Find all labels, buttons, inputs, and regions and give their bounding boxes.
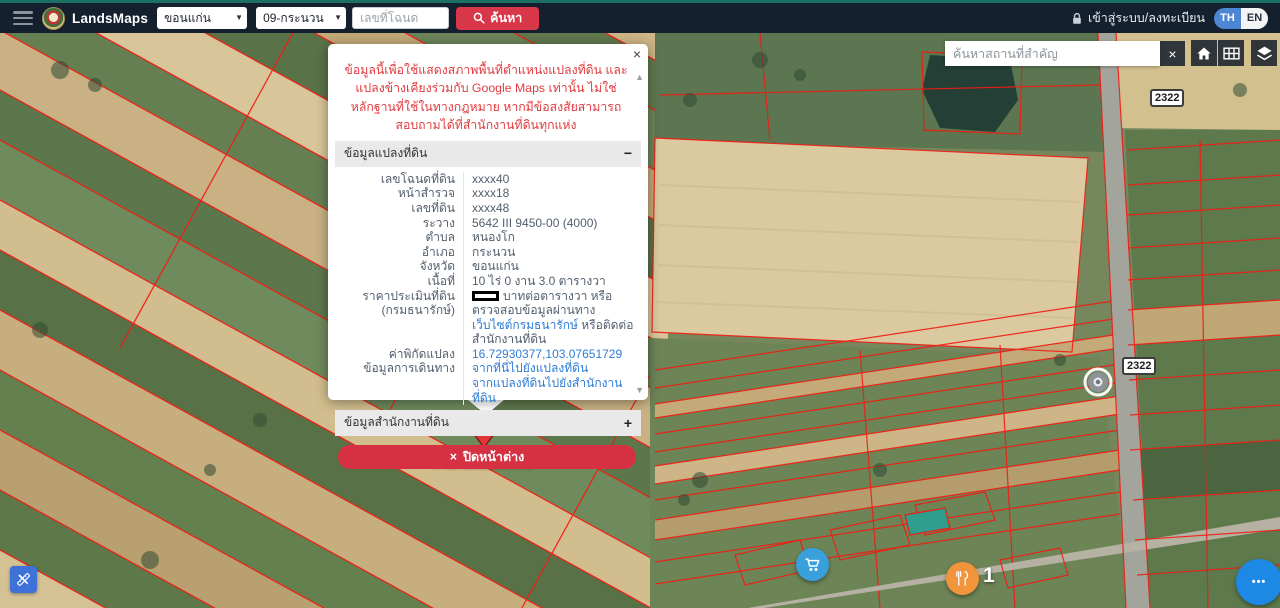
field-row: หน้าสำรวจxxxx18 [336,186,638,201]
office-section-title: ข้อมูลสำนักงานที่ดิน [344,413,449,432]
grid-sheet-button[interactable] [1218,40,1244,66]
parcel-coordinates-link[interactable]: 16.72930377,103.07651729 [464,347,622,362]
lock-icon [1071,12,1083,25]
language-toggle: TH EN [1214,8,1268,29]
parcel-section-title: ข้อมูลแปลงที่ดิน [344,144,427,163]
close-window-button[interactable]: × ปิดหน้าต่าง [338,445,636,469]
panel-close-icon[interactable]: × [633,47,641,61]
route-to-office-link[interactable]: จากแปลงที่ดินไปยังสำนักงานที่ดิน [472,376,638,405]
grid-icon [1223,47,1240,60]
login-register-label: เข้าสู่ระบบ/ลงทะเบียน [1088,8,1205,28]
route-to-parcel-link[interactable]: จากที่นี่ไปยังแปลงที่ดิน [472,361,638,376]
field-row: เนื้อที่10 ไร่ 0 งาน 3.0 ตารางวา [336,274,638,289]
chevron-down-icon: ▼ [235,13,243,22]
treasury-website-link[interactable]: เว็บไซต์กรมธนารักษ์ [472,318,578,332]
poi-count-label: 1 [983,564,995,588]
more-options-button[interactable]: ••• [1236,559,1280,605]
province-select[interactable]: ขอนแก่น ▼ [157,7,247,29]
coords-label: ค่าพิกัดแปลง [336,347,464,362]
field-row: เลขที่ดินxxxx48 [336,201,638,216]
district-select[interactable]: 09-กระนวน ▼ [256,7,346,29]
collapse-icon[interactable]: − [624,147,632,159]
panel-scroll-down-arrow[interactable]: ▼ [635,385,644,395]
deed-number-input[interactable] [352,7,449,29]
poi-search-input[interactable] [945,41,1160,66]
search-icon [473,12,485,24]
home-button[interactable] [1191,40,1217,66]
poi-search-clear-button[interactable]: × [1160,41,1185,66]
landsmaps-app: LandsMaps ขอนแก่น ▼ 09-กระนวน ▼ ค้นหา เข… [0,0,1280,608]
close-window-label: ปิดหน้าต่าง [463,447,524,467]
poi-restaurant-marker[interactable] [946,562,979,595]
price-row: ราคาประเมินที่ดิน (กรมธนารักษ์) บาทต่อตา… [336,289,638,347]
field-row: ตำบลหนองโก [336,230,638,245]
travel-label: ข้อมูลการเดินทาง [336,361,464,405]
layers-icon [1256,45,1273,61]
hamburger-menu-icon[interactable] [13,11,33,25]
app-title: LandsMaps [72,11,148,26]
shopping-cart-icon [804,556,821,573]
price-label-line1: ราคาประเมินที่ดิน [336,289,455,304]
redacted-price-box [472,291,499,301]
field-row: ระวาง5642 III 9450-00 (4000) [336,216,638,231]
close-icon: × [450,450,457,464]
map-center-fields [650,33,1130,608]
lang-en-button[interactable]: EN [1241,8,1268,29]
street-view-circle-icon[interactable] [1082,366,1114,403]
restaurant-icon [955,571,970,586]
search-button-label: ค้นหา [490,8,522,28]
home-icon [1196,46,1212,61]
parcel-fields: เลขโฉนดที่ดินxxxx40 หน้าสำรวจxxxx18 เลขท… [328,167,648,406]
login-register-link[interactable]: เข้าสู่ระบบ/ลงทะเบียน [1071,8,1205,28]
field-row: เลขโฉนดที่ดินxxxx40 [336,172,638,187]
chevron-down-icon: ▼ [334,13,342,22]
poi-shopping-marker[interactable] [796,548,829,581]
panel-scroll-up-arrow[interactable]: ▲ [635,72,644,82]
province-select-value: ขอนแก่น [164,9,211,28]
search-button[interactable]: ค้นหา [456,7,539,30]
lang-th-button[interactable]: TH [1214,8,1241,29]
field-row: จังหวัดขอนแก่น [336,259,638,274]
route-shield: 2322 [1122,357,1156,375]
layers-button[interactable] [1251,40,1277,66]
office-section-header[interactable]: ข้อมูลสำนักงานที่ดิน + [335,410,641,436]
travel-row: ข้อมูลการเดินทาง จากที่นี่ไปยังแปลงที่ดิ… [336,361,638,405]
ruler-pencil-icon [15,571,32,588]
parcel-info-panel: × ▲ ข้อมูลนี้เพื่อใช้แสดงสภาพพื้นที่ตำแห… [328,44,648,400]
coords-row: ค่าพิกัดแปลง 16.72930377,103.07651729 [336,347,638,362]
top-navbar: LandsMaps ขอนแก่น ▼ 09-กระนวน ▼ ค้นหา เข… [0,0,1280,33]
measure-tool-button[interactable] [10,566,37,593]
field-row: อำเภอกระนวน [336,245,638,260]
price-label-line2: (กรมธนารักษ์) [336,303,455,318]
expand-icon[interactable]: + [624,417,632,429]
district-select-value: 09-กระนวน [263,9,324,28]
disclaimer-text: ข้อมูลนี้เพื่อใช้แสดงสภาพพื้นที่ตำแหน่งแ… [344,61,628,135]
parcel-section-header[interactable]: ข้อมูลแปลงที่ดิน − [335,141,641,167]
route-shield: 2322 [1150,89,1184,107]
landsmaps-logo [42,7,65,30]
